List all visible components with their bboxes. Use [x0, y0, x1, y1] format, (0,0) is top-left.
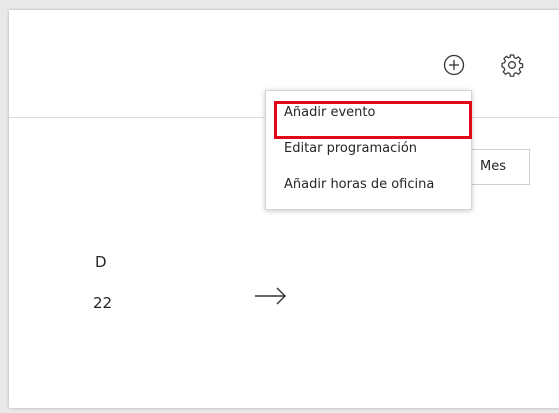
- day-number-label: 22: [93, 294, 113, 312]
- plus-circle-icon[interactable]: [443, 54, 465, 76]
- menu-item-edit-schedule[interactable]: Editar programación: [266, 131, 471, 167]
- calendar-panel: Mes D 22 Añadir evento Editar programaci…: [9, 10, 559, 408]
- day-of-week-label: D: [95, 253, 107, 271]
- menu-item-add-office-hours[interactable]: Añadir horas de oficina: [266, 167, 471, 203]
- arrow-right-icon[interactable]: [253, 283, 289, 309]
- gear-icon[interactable]: [500, 53, 524, 77]
- menu-item-add-event[interactable]: Añadir evento: [266, 95, 471, 131]
- add-options-menu: Añadir evento Editar programación Añadir…: [265, 90, 472, 210]
